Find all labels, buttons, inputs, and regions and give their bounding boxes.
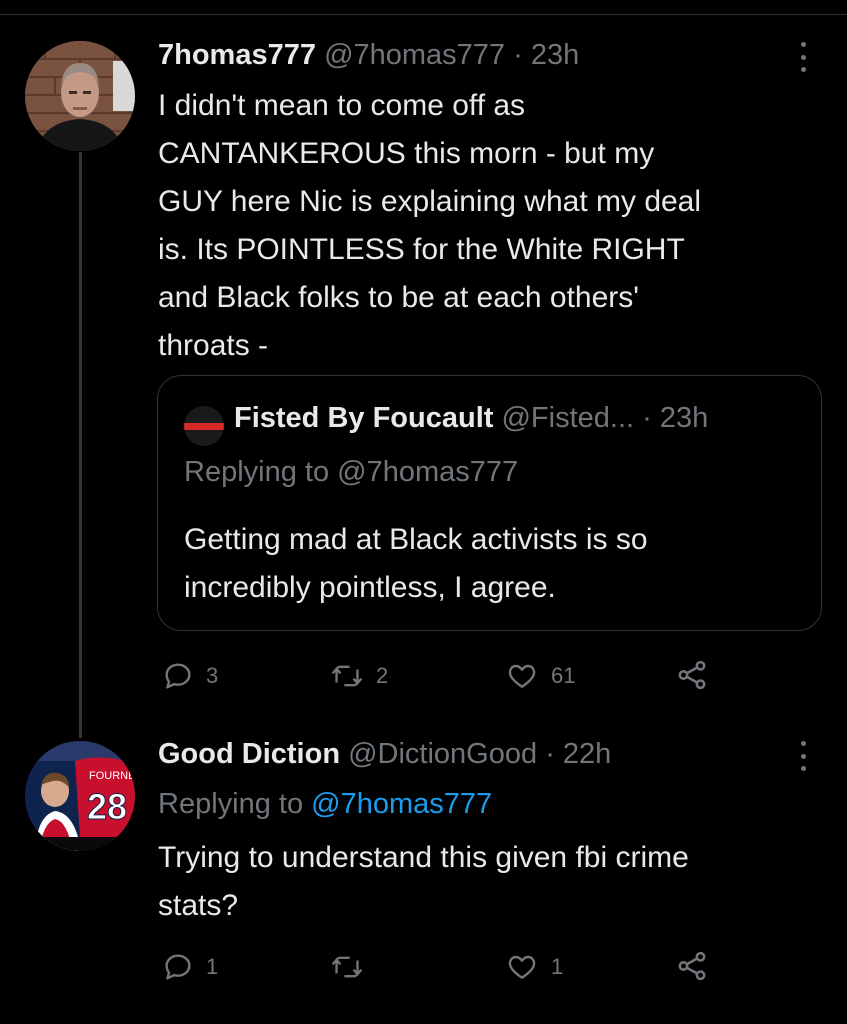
more-icon[interactable] [793, 42, 813, 72]
avatar-photo: FOURNE 28 [25, 741, 135, 851]
retweet-icon [331, 665, 363, 687]
top-divider [0, 14, 847, 15]
share-icon [678, 660, 706, 690]
retweet-button[interactable] [330, 951, 376, 983]
text-line: is. Its POINTLESS for the White RIGHT [158, 233, 685, 266]
thread-connector [79, 152, 82, 738]
reply-count: 3 [206, 663, 219, 688]
text-line: Trying to understand this given fbi crim… [158, 841, 689, 874]
share-icon [678, 951, 706, 981]
avatar-photo [25, 41, 135, 151]
tweet-2-header: Good Diction @DictionGood · 22h [158, 736, 611, 772]
handle[interactable]: @DictionGood [348, 738, 537, 770]
like-count: 1 [551, 954, 564, 979]
reply-button[interactable]: 1 [162, 951, 218, 983]
like-button[interactable]: 61 [505, 660, 575, 692]
reply-button[interactable]: 3 [162, 660, 218, 692]
tweet-2-text: Trying to understand this given fbi crim… [158, 834, 838, 930]
text-line: stats? [158, 889, 239, 922]
quoted-handle: @Fisted... [501, 402, 635, 434]
display-name[interactable]: 7homas777 [158, 39, 316, 71]
reply-icon [165, 663, 191, 689]
avatar-7homas777[interactable] [25, 41, 135, 151]
replying-prefix: Replying to [158, 788, 304, 820]
share-button[interactable] [675, 949, 709, 983]
like-count: 61 [551, 663, 576, 688]
like-icon [508, 955, 536, 979]
text-line: GUY here Nic is explaining what my deal [158, 185, 702, 218]
like-icon [508, 664, 536, 688]
quoted-replying-to: Replying to @7homas777 [184, 454, 518, 490]
replying-to: Replying to @7homas777 [158, 786, 492, 822]
separator-dot: · [642, 402, 652, 434]
share-button[interactable] [675, 658, 709, 692]
separator-dot: · [513, 39, 523, 71]
text-line: CANTANKEROUS this morn - but my [158, 137, 655, 170]
replying-handle-link[interactable]: @7homas777 [311, 788, 492, 820]
jersey-name: FOURNE [89, 770, 135, 782]
quoted-display-name: Fisted By Foucault [234, 402, 494, 434]
retweet-button[interactable]: 2 [330, 660, 388, 692]
text-line: throats - [158, 329, 269, 362]
like-button[interactable]: 1 [505, 951, 563, 983]
avatar-gooddiction[interactable]: FOURNE 28 [25, 741, 135, 851]
tweet-1-text: I didn't mean to come off as CANTANKEROU… [158, 82, 838, 370]
quoted-avatar-image [184, 406, 224, 446]
retweet-icon [331, 956, 363, 978]
timestamp[interactable]: 23h [531, 39, 579, 71]
text-line: I didn't mean to come off as [158, 89, 526, 122]
quoted-tweet[interactable]: Fisted By Foucault @Fisted... · 23h Repl… [157, 375, 822, 631]
handle[interactable]: @7homas777 [324, 39, 505, 71]
reply-icon [165, 954, 191, 980]
text-line: and Black folks to be at each others' [158, 281, 640, 314]
text-line: incredibly pointless, I agree. [184, 571, 556, 604]
more-icon[interactable] [793, 741, 813, 771]
quoted-timestamp: 23h [659, 402, 709, 434]
quoted-header: Fisted By Foucault @Fisted... · 23h [234, 400, 708, 436]
reply-count: 1 [206, 954, 219, 979]
tweet-1-header: 7homas777 @7homas777 · 23h [158, 37, 579, 73]
quoted-avatar [184, 406, 224, 446]
text-line: Getting mad at Black activists is so [184, 523, 648, 556]
retweet-count: 2 [376, 663, 389, 688]
quoted-text: Getting mad at Black activists is so inc… [184, 516, 804, 612]
replying-prefix: Replying to [184, 456, 330, 488]
separator-dot: · [545, 738, 555, 770]
jersey-number: 28 [87, 786, 127, 827]
display-name[interactable]: Good Diction [158, 738, 340, 770]
replying-handle: @7homas777 [337, 456, 519, 488]
timestamp[interactable]: 22h [563, 738, 611, 770]
